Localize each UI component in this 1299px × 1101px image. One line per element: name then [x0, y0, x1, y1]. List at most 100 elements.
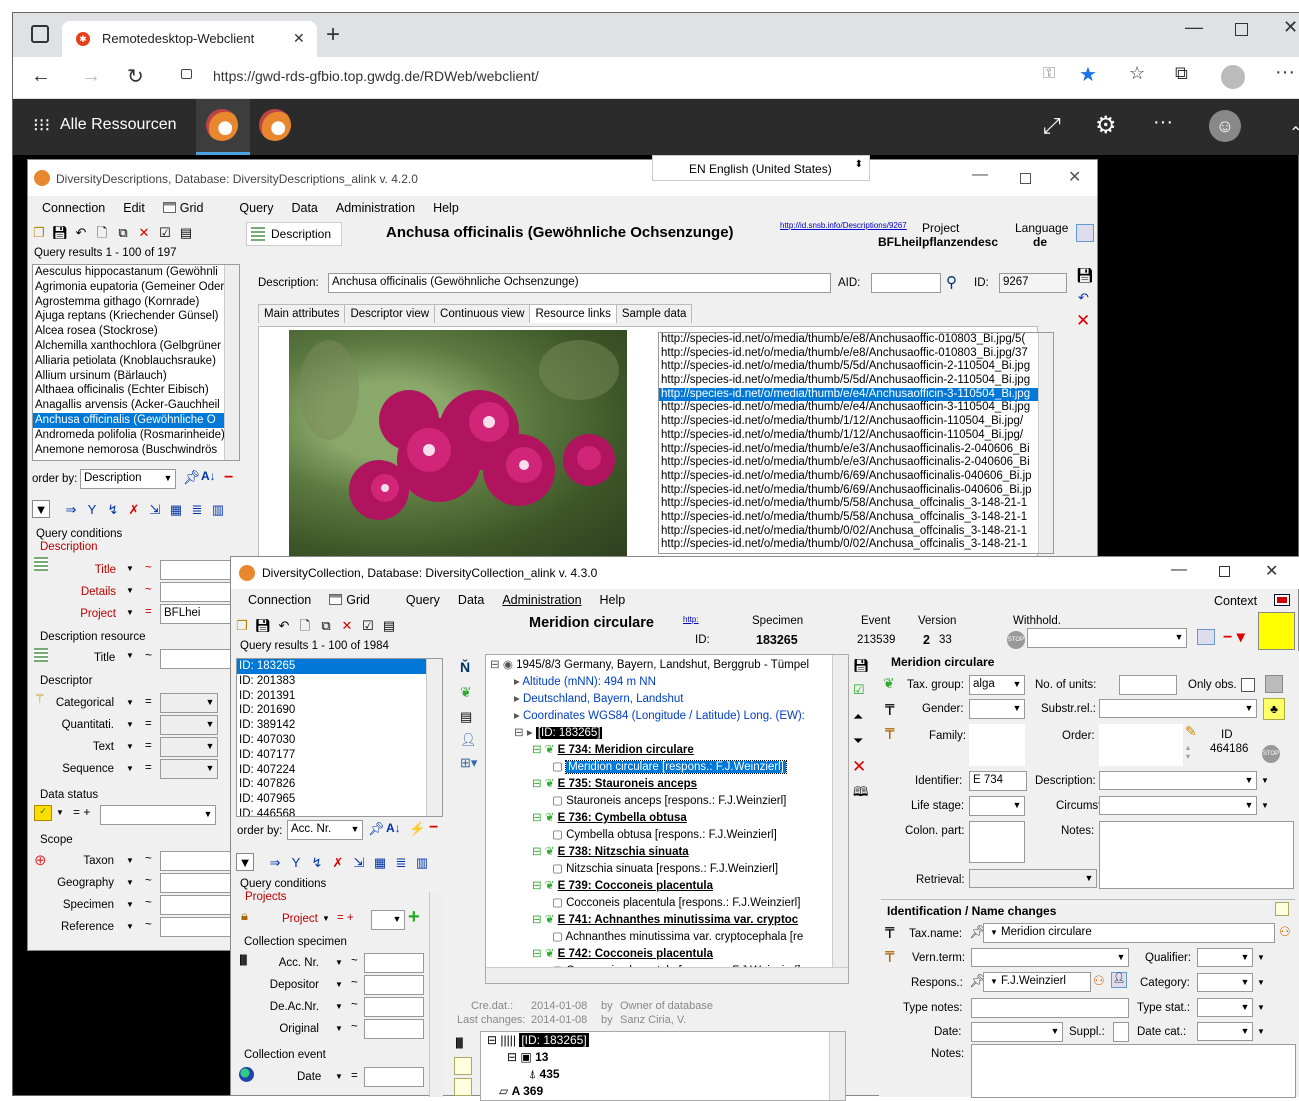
filter-icon[interactable]: Y — [83, 501, 101, 519]
menu-administration[interactable]: Administration — [502, 593, 581, 607]
wizard-icon[interactable]: ⚡ — [409, 821, 425, 837]
save-icon[interactable]: 💾︎ — [1076, 267, 1094, 284]
dropdown-arrow-icon[interactable]: ▼ — [1257, 1003, 1265, 1012]
id-field[interactable]: 9267 — [999, 273, 1067, 293]
note-icon[interactable] — [454, 1078, 472, 1096]
person-icon[interactable]: 👤︎ — [460, 732, 477, 748]
data-status-select[interactable]: ▼ — [100, 805, 216, 825]
cs-op-dropdown[interactable]: ▼ — [335, 1002, 343, 1011]
delete-icon[interactable]: ✕ — [1076, 311, 1090, 331]
person-icon[interactable]: 👤︎ — [1111, 972, 1127, 988]
url-item[interactable]: http://species-id.net/o/media/thumb/e/e3… — [659, 443, 1053, 457]
url-item[interactable]: http://species-id.net/o/media/thumb/e/e8… — [659, 347, 1053, 361]
barcode-icon[interactable]: |||||| — [455, 1035, 464, 1049]
maximize-icon[interactable] — [1219, 566, 1230, 577]
retrieval-select[interactable]: ▼ — [969, 869, 1097, 888]
more-icon[interactable]: ··· — [1153, 111, 1173, 134]
leaf-icon[interactable]: ❦ — [460, 684, 472, 701]
qc-op-dropdown[interactable]: ▼ — [126, 564, 134, 573]
url-field[interactable]: https://gwd-rds-gfbio.top.gwdg.de/RDWeb/… — [213, 68, 539, 84]
type-notes-input[interactable] — [971, 998, 1129, 1018]
close-icon[interactable]: ✕ — [1068, 167, 1081, 187]
user-avatar[interactable]: ☺ — [1209, 110, 1241, 142]
url-item[interactable]: http://species-id.net/o/media/thumb/6/69… — [659, 484, 1053, 498]
part-tree-scrollbar[interactable] — [829, 1032, 845, 1100]
tree-node[interactable]: ▢ Cocconeis placentula [respons.: F.J.We… — [490, 895, 830, 912]
colon-part-field[interactable] — [969, 821, 1025, 863]
undo-icon[interactable]: ↶ — [275, 617, 293, 635]
copy-icon[interactable]: ⧉ — [317, 617, 335, 635]
qc-op-dropdown[interactable]: ▼ — [126, 608, 134, 617]
tree-node[interactable]: ▢ Nitzschia sinuata [respons.: F.J.Weinz… — [490, 861, 830, 878]
list-item[interactable]: ID: 201391 — [237, 689, 442, 704]
fullscreen-icon[interactable]: ⤢ — [1043, 113, 1061, 139]
url-item[interactable]: http://species-id.net/o/media/thumb/e/e4… — [659, 401, 1053, 415]
tree-node[interactable]: ⊟ ❦ E 741: Achnanthes minutissima var. c… — [490, 912, 830, 929]
tree-node[interactable]: ▸ Coordinates WGS84 (Longitude / Latitud… — [490, 708, 830, 725]
respons-input[interactable]: ▼ F.J.Weinzierl — [983, 972, 1091, 992]
cs-input[interactable] — [364, 1019, 424, 1039]
notes2-field[interactable] — [971, 1044, 1296, 1098]
scope-op-dropdown[interactable]: ▼ — [126, 878, 134, 887]
stop-icon[interactable]: STOP — [1007, 631, 1025, 649]
list-item[interactable]: Agrimonia eupatoria (Gemeiner Oder — [33, 280, 239, 295]
part-tree-node[interactable]: ⊟ ||||| [ID: 183265] — [487, 1033, 589, 1047]
filter-remove-icon[interactable]: ✗ — [329, 854, 347, 872]
grid-list-icon[interactable]: ▥ — [209, 501, 227, 519]
tree-node[interactable]: ⊟ ❦ E 734: Meridion circulare — [490, 742, 830, 759]
url-item[interactable]: http://species-id.net/o/media/thumb/1/12… — [659, 415, 1053, 429]
descriptor-op-dropdown[interactable]: ▼ — [126, 742, 134, 751]
note-icon[interactable] — [454, 1057, 472, 1075]
list-item[interactable]: ID: 407224 — [237, 763, 442, 778]
menu-data[interactable]: Data — [291, 201, 317, 215]
close-window-icon[interactable]: ✕ — [1283, 17, 1298, 38]
check-icon[interactable]: ☑ — [156, 224, 174, 242]
tree-node[interactable]: ▢ Meridion circulare [respons.: F.J.Wein… — [490, 759, 830, 776]
search-key-icon[interactable]: ⚲ — [946, 273, 957, 291]
filter-remove-icon[interactable]: ✗ — [125, 501, 143, 519]
undo-icon[interactable]: ↶ — [1078, 290, 1089, 306]
forward-icon[interactable]: → — [81, 65, 101, 88]
pin-icon[interactable]: 📌︎ — [183, 469, 201, 486]
dropdown-arrow-icon[interactable]: ▼ — [1257, 978, 1265, 987]
resource-url-list[interactable]: http://species-id.net/o/media/thumb/e/e8… — [658, 332, 1054, 554]
cs-op-dropdown[interactable]: ▼ — [335, 980, 343, 989]
rd-app-tab-descriptions[interactable] — [196, 99, 250, 155]
query-results-list[interactable]: Aesculus hippocastanum (Gewöhnli Agrimoni… — [32, 264, 240, 461]
scope-op-dropdown[interactable]: ▼ — [126, 856, 134, 865]
url-item[interactable]: http://species-id.net/o/media/thumb/5/58… — [659, 511, 1053, 525]
descriptor-select[interactable]: ▼ — [160, 759, 218, 779]
family-field[interactable] — [969, 724, 1025, 766]
apps-grid-icon[interactable]: ⁝⁝⁝ — [33, 115, 50, 136]
list-item[interactable]: Agrostemma githago (Kornrade) — [33, 295, 239, 310]
reload-icon[interactable]: ↻ — [127, 64, 144, 89]
url-item[interactable]: http://species-id.net/o/media/thumb/5/5d… — [659, 360, 1053, 374]
image-icon[interactable] — [1265, 675, 1283, 693]
descriptor-select[interactable]: ▼ — [160, 715, 218, 735]
filter-save-icon[interactable]: ▦ — [371, 854, 389, 872]
add-dropdown-icon[interactable]: ⊞▾ — [460, 755, 477, 771]
settings-gear-icon[interactable]: ⚙ — [1095, 111, 1117, 140]
cs-op-dropdown[interactable]: ▼ — [335, 1024, 343, 1033]
filter-add-icon[interactable]: ⇲ — [146, 501, 164, 519]
list-item[interactable]: ID: 446568 — [237, 807, 442, 816]
list-item[interactable]: Anagallis arvensis (Acker-Gauchheil — [33, 398, 239, 413]
url-item[interactable]: http://species-id.net/o/media/thumb/e/e4… — [659, 387, 1053, 402]
url-item[interactable]: http://species-id.net/o/media/thumb/e/e8… — [659, 333, 1053, 347]
menu-grid[interactable]: Grid — [162, 201, 222, 215]
order-by-select[interactable]: Description ▼ — [80, 469, 176, 489]
save-icon[interactable]: 💾︎ — [853, 658, 870, 674]
profile-icon[interactable] — [1221, 65, 1245, 89]
qc-project-op-dropdown[interactable]: ▼ — [322, 914, 330, 923]
cs-input[interactable] — [364, 953, 424, 973]
open-icon[interactable]: ❐ — [233, 617, 251, 635]
scope-op-dropdown[interactable]: ▼ — [126, 922, 134, 931]
qc-project-select[interactable]: ▼ — [371, 910, 405, 930]
maximize-window-icon[interactable] — [1235, 23, 1248, 36]
list-icon[interactable]: ≣ — [188, 501, 206, 519]
move-up-icon[interactable]: ⏶ — [853, 709, 863, 725]
menu-help[interactable]: Help — [433, 201, 459, 215]
collections-icon[interactable]: ⧉ — [1175, 63, 1188, 84]
scope-op-dropdown[interactable]: ▼ — [126, 900, 134, 909]
delete-icon[interactable]: ✕ — [338, 617, 356, 635]
